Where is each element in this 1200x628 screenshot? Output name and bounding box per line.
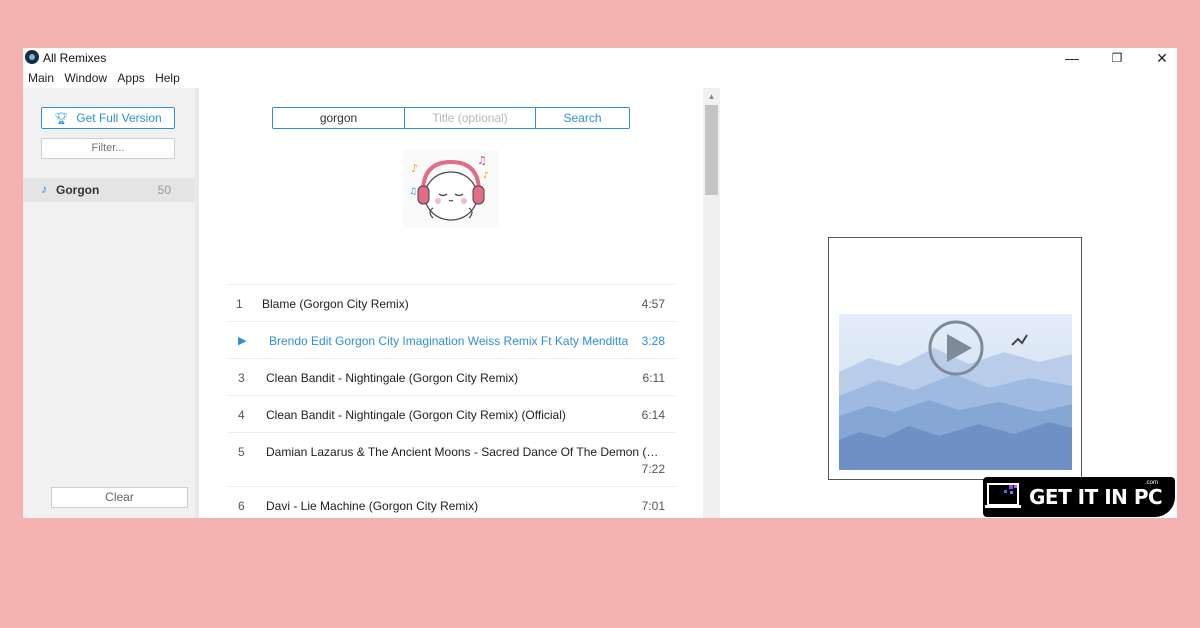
track-duration: 4:57 [641, 297, 665, 311]
track-number: 6 [238, 499, 245, 513]
track-number: 1 [236, 297, 243, 311]
track-number: 3 [238, 371, 245, 385]
title-search-input[interactable]: Title (optional) [405, 108, 536, 128]
svg-text:♪: ♪ [411, 162, 418, 175]
track-title: Brendo Edit Gorgon City Imagination Weis… [269, 334, 629, 348]
search-bar: gorgon Title (optional) Search [272, 107, 630, 129]
artist-name: Gorgon [56, 183, 100, 197]
track-duration: 3:28 [641, 334, 665, 348]
video-player[interactable] [828, 237, 1082, 480]
track-title: Davi - Lie Machine (Gorgon City Remix) [266, 499, 479, 513]
headphones-mascot-image: ♪ ♫ ♪ ♫ [403, 150, 499, 228]
get-full-version-label: Get Full Version [76, 111, 162, 125]
play-icon: ▶ [238, 335, 247, 347]
track-title: Clean Bandit - Nightingale (Gorgon City … [266, 371, 519, 385]
restore-button[interactable]: ❐ [1094, 48, 1140, 68]
menu-bar: Main Window Apps Help [23, 69, 182, 87]
track-duration: 7:22 [641, 462, 665, 476]
track-row[interactable]: 3 Clean Bandit - Nightingale (Gorgon Cit… [228, 358, 675, 395]
sidebar: 🏆︎ Get Full Version ♪ Gorgon 50 Clear [23, 88, 195, 518]
menu-help[interactable]: Help [155, 69, 180, 87]
sidebar-item-gorgon[interactable]: ♪ Gorgon 50 [23, 178, 195, 202]
track-list-scrollbar[interactable]: ▲ [703, 88, 720, 518]
track-row-playing[interactable]: ▶ Brendo Edit Gorgon City Imagination We… [228, 321, 675, 358]
track-list: 1 Blame (Gorgon City Remix) 4:57 ▶ Brend… [228, 284, 675, 518]
track-title: Blame (Gorgon City Remix) [262, 297, 409, 311]
menu-apps[interactable]: Apps [117, 69, 144, 87]
watermark-text: GET IT IN PC [1029, 485, 1163, 509]
track-title: Clean Bandit - Nightingale (Gorgon City … [266, 408, 566, 422]
disc-icon [25, 50, 39, 64]
track-duration: 6:11 [642, 371, 665, 385]
svg-text:♫: ♫ [409, 187, 417, 197]
search-button[interactable]: Search [536, 108, 629, 128]
track-title: Damian Lazarus & The Ancient Moons - Sac… [266, 445, 662, 459]
menu-main[interactable]: Main [28, 69, 54, 87]
artist-count: 50 [157, 183, 171, 197]
svg-text:♪: ♪ [483, 171, 489, 181]
laptop-icon [985, 483, 1021, 508]
track-duration: 6:14 [641, 408, 665, 422]
track-duration: 7:01 [641, 499, 665, 513]
menu-window[interactable]: Window [64, 69, 107, 87]
watermark-logo: GET IT IN PC .com [983, 477, 1175, 517]
music-note-icon: ♪ [41, 182, 47, 196]
track-row[interactable]: 1 Blame (Gorgon City Remix) 4:57 [228, 284, 675, 321]
artist-search-input[interactable]: gorgon [273, 108, 405, 128]
minimize-button[interactable]: — [1049, 48, 1095, 68]
get-full-version-button[interactable]: 🏆︎ Get Full Version [41, 107, 175, 129]
pane-divider[interactable] [195, 88, 199, 518]
track-row[interactable]: 4 Clean Bandit - Nightingale (Gorgon Cit… [228, 395, 675, 432]
video-thumbnail [839, 314, 1072, 470]
app-window: All Remixes — ❐ ✕ Main Window Apps Help … [23, 48, 1177, 518]
title-bar: All Remixes — ❐ ✕ [23, 48, 1177, 68]
window-title: All Remixes [43, 51, 107, 65]
watermark-suffix: .com [1145, 480, 1159, 486]
trophy-icon: 🏆︎ [54, 113, 69, 125]
track-number: 4 [238, 408, 245, 422]
svg-text:♫: ♫ [477, 154, 487, 167]
scroll-up-arrow-icon[interactable]: ▲ [703, 88, 720, 105]
close-button[interactable]: ✕ [1139, 48, 1177, 68]
video-pane [720, 88, 1177, 518]
track-row[interactable]: 5 Damian Lazarus & The Ancient Moons - S… [228, 432, 675, 486]
clear-button[interactable]: Clear [51, 487, 188, 508]
track-row[interactable]: 6 Davi - Lie Machine (Gorgon City Remix)… [228, 486, 675, 518]
filter-input[interactable] [41, 138, 175, 159]
track-number: 5 [238, 445, 245, 459]
scrollbar-thumb[interactable] [705, 105, 718, 195]
